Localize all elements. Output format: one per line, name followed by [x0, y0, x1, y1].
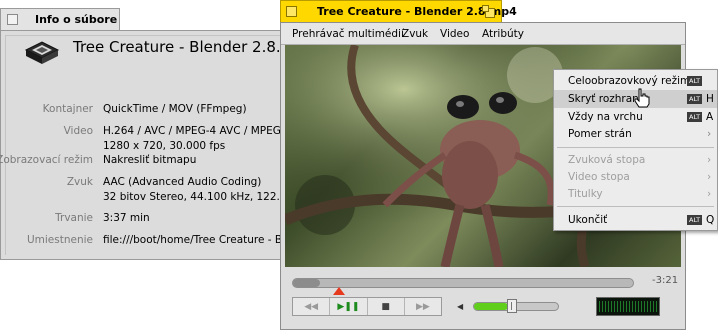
volume-knob[interactable]: [507, 299, 517, 313]
hand-cursor-icon: [634, 88, 650, 108]
close-icon[interactable]: [7, 14, 18, 25]
seek-progress: [293, 279, 320, 287]
audio-level-meter: [596, 297, 660, 316]
row-label-location: Umiestnenie: [26, 234, 93, 246]
menu-item-quit[interactable]: Ukončiť ALT Q: [554, 211, 717, 229]
volume-icon: ◀: [457, 302, 464, 311]
menu-item-subtitles: Titulky ›: [554, 185, 717, 203]
alt-key-badge: ALT: [687, 94, 703, 104]
row-value-video-format: 1280 x 720, 30.000 fps: [103, 140, 226, 152]
submenu-arrow-icon: ›: [707, 171, 712, 183]
row-value-container: QuickTime / MOV (FFmpeg): [103, 103, 247, 115]
menu-separator: [557, 147, 714, 148]
row-label-video: Video: [63, 125, 93, 137]
row-value-duration: 3:37 min: [103, 212, 150, 224]
play-pause-button[interactable]: ▶❚❚: [330, 298, 368, 315]
previous-button[interactable]: ◀◀: [293, 298, 331, 315]
player-menubar: Prehrávač multimédií Zvuk Video Atribúty: [281, 23, 685, 45]
menu-attributes[interactable]: Atribúty: [482, 28, 524, 40]
level-meter-bars: [599, 301, 657, 312]
info-window-title: Info o súbore: [35, 13, 118, 26]
stop-icon: ■: [381, 301, 390, 312]
menu-media-player[interactable]: Prehrávač multimédií: [292, 28, 404, 40]
next-icon: ▶▶: [415, 301, 430, 312]
menu-item-label: Pomer strán: [568, 128, 632, 140]
alt-key-badge: ALT: [687, 215, 703, 225]
time-remaining: -3:21: [652, 275, 679, 286]
player-window-tab[interactable]: Tree Creature - Blender 2.8.mp4: [280, 0, 517, 22]
info-window-tab[interactable]: Info o súbore: [0, 8, 120, 30]
menu-item-label: Zvuková stopa: [568, 154, 646, 166]
menu-item-video-track: Video stopa ›: [554, 168, 717, 186]
row-label-audio: Zvuk: [66, 176, 93, 188]
seek-marker-icon[interactable]: [333, 287, 345, 295]
shortcut-key: A: [706, 111, 714, 123]
row-label-container: Kontajner: [42, 103, 93, 115]
video-file-icon: [24, 41, 60, 64]
transport-controls: ◀◀ ▶❚❚ ■ ▶▶: [292, 297, 442, 316]
menu-item-label: Titulky: [568, 188, 603, 200]
stop-button[interactable]: ■: [368, 298, 405, 315]
menu-item-label: Celoobrazovkový režim: [568, 75, 691, 87]
menu-item-always-on-top[interactable]: Vždy na vrchu ALT A: [554, 108, 717, 126]
menu-audio[interactable]: Zvuk: [402, 28, 428, 40]
menu-item-label: Ukončiť: [568, 214, 608, 226]
menu-item-label: Video stopa: [568, 171, 630, 183]
row-value-audio-codec: AAC (Advanced Audio Coding): [103, 176, 262, 188]
row-label-display-mode: Zobrazovací režim: [0, 154, 93, 166]
menu-item-audio-track: Zvuková stopa ›: [554, 151, 717, 169]
menu-video[interactable]: Video: [440, 28, 469, 40]
alt-key-badge: ALT: [687, 76, 703, 86]
volume-level: [474, 303, 508, 310]
file-info-window: Info o súbore Tree Creature - Blender 2.…: [0, 8, 323, 260]
close-icon[interactable]: [286, 6, 297, 17]
submenu-arrow-icon: ›: [707, 188, 712, 200]
play-pause-icon: ▶❚❚: [337, 301, 360, 312]
file-name-heading: Tree Creature - Blender 2.8.mp4: [73, 38, 315, 56]
menu-separator: [557, 206, 714, 207]
zoom-icon[interactable]: [482, 5, 495, 18]
submenu-arrow-icon: ›: [707, 128, 712, 140]
shortcut-key: Q: [706, 214, 715, 226]
next-button[interactable]: ▶▶: [405, 298, 441, 315]
submenu-arrow-icon: ›: [707, 154, 712, 166]
alt-key-badge: ALT: [687, 112, 703, 122]
menu-item-label: Vždy na vrchu: [568, 111, 643, 123]
previous-icon: ◀◀: [304, 301, 319, 312]
shortcut-key: H: [706, 93, 714, 105]
menu-item-aspect-ratio[interactable]: Pomer strán ›: [554, 125, 717, 143]
row-value-display-mode: Nakresliť bitmapu: [103, 154, 197, 166]
row-label-duration: Trvanie: [55, 212, 93, 224]
